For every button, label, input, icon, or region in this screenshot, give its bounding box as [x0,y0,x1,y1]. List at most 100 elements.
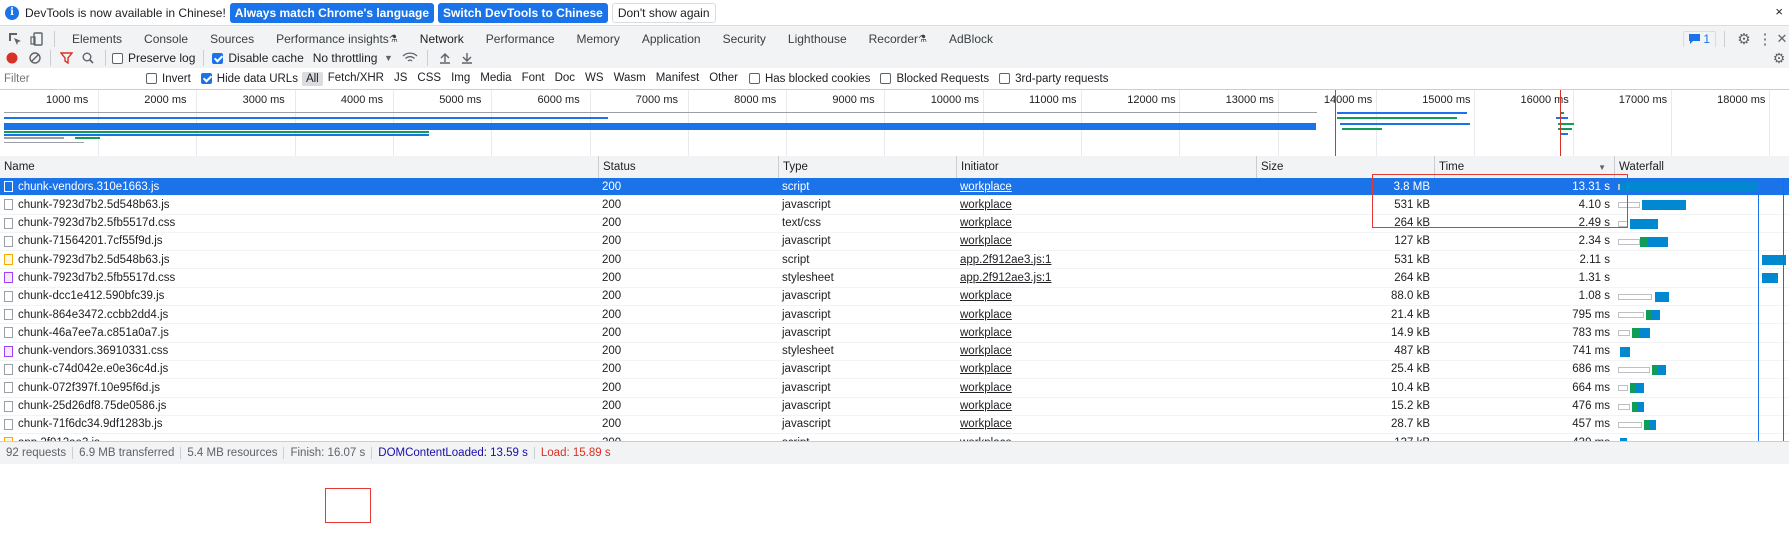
blocked-requests-checkbox[interactable] [880,73,892,84]
type-filter-other[interactable]: Other [704,72,743,86]
column-waterfall[interactable]: Waterfall [1614,156,1789,178]
request-row[interactable]: chunk-71f6dc34.9df1283b.js 200 javascript w… [0,416,1789,435]
device-toolbar-icon[interactable] [26,32,48,46]
request-row[interactable]: chunk-7923d7b2.5d548b63.js 200 script app.2… [0,251,1789,270]
column-initiator[interactable]: Initiator [956,156,1256,178]
cell-status: 200 [598,233,778,250]
initiator-text: workplace [960,363,1012,376]
dropdown-arrow-icon[interactable]: ▼ [377,53,399,63]
switch-language-button[interactable]: Switch DevTools to Chinese [438,2,608,23]
invert-checkbox[interactable] [146,73,157,84]
filter-input[interactable] [2,69,138,88]
cell-name: chunk-7923d7b2.5d548b63.js [0,251,598,268]
cell-name: chunk-46a7ee7a.c851a0a7.js [0,324,598,341]
cell-time: 783 ms [1434,324,1614,341]
settings-gear-icon[interactable]: ⚙ [1733,30,1755,48]
hide-data-urls-checkbox[interactable] [200,73,212,84]
cell-initiator[interactable]: app.2f912ae3.js:1 [956,251,1256,268]
cell-type: stylesheet [778,343,956,360]
cell-initiator[interactable]: workplace [956,324,1256,341]
throttling-select[interactable]: No throttling [313,51,378,65]
cell-status: 200 [598,324,778,341]
cell-size: 10.4 kB [1256,379,1434,396]
close-icon[interactable]: × [1775,4,1783,19]
request-row[interactable]: chunk-25d26df8.75de0586.js 200 javascript w… [0,398,1789,416]
type-filter-ws[interactable]: WS [580,72,609,86]
cell-initiator[interactable]: workplace [956,196,1256,213]
request-row[interactable]: chunk-dcc1e412.590bfc39.js 200 javascript w… [0,288,1789,307]
transferred-size: 6.9 MB transferred [73,447,182,459]
tick-label: 18000 ms [1717,94,1766,106]
dont-show-again-button[interactable]: Don't show again [611,2,716,23]
cell-initiator[interactable]: workplace [956,178,1256,195]
name-text: chunk-46a7ee7a.c851a0a7.js [18,326,169,339]
cell-initiator[interactable]: workplace [956,306,1256,323]
filter-bar: Invert Hide data URLs AllFetch/XHRJSCSSI… [0,68,1789,90]
initiator-text: workplace [960,308,1012,321]
type-filter-media[interactable]: Media [475,72,516,86]
request-row[interactable]: chunk-864e3472.ccbb2dd4.js 200 javascript w… [0,306,1789,325]
inspect-element-icon[interactable] [4,32,26,46]
document-file-icon [4,199,13,211]
cell-initiator[interactable]: workplace [956,398,1256,415]
close-devtools-icon[interactable]: ✕ [1775,31,1789,47]
cell-size: 264 kB [1256,269,1434,286]
type-filter-css[interactable]: CSS [412,72,446,86]
disable-cache-checkbox[interactable] [212,52,224,64]
issues-badge[interactable]: 1 [1683,30,1716,48]
preserve-log-checkbox[interactable] [112,52,123,64]
name-text: chunk-c74d042e.e0e36c4d.js [18,363,169,376]
cell-initiator[interactable]: app.2f912ae3.js:1 [956,269,1256,286]
cell-initiator[interactable]: workplace [956,288,1256,305]
type-filter-font[interactable]: Font [517,72,550,86]
column-name[interactable]: Name [0,156,598,178]
blocked-requests-label: Blocked Requests [896,72,990,85]
type-filter-wasm[interactable]: Wasm [609,72,651,86]
record-icon[interactable] [0,52,24,64]
column-status[interactable]: Status [598,156,778,178]
blocked-cookies-checkbox[interactable] [748,73,760,84]
cell-initiator[interactable]: workplace [956,361,1256,378]
match-language-button[interactable]: Always match Chrome's language [229,2,435,23]
type-text: javascript [782,290,831,303]
network-conditions-icon[interactable] [399,52,421,64]
third-party-checkbox[interactable] [999,73,1011,84]
column-type[interactable]: Type [778,156,956,178]
status-text: 200 [602,198,622,211]
request-row[interactable]: chunk-46a7ee7a.c851a0a7.js 200 javascript w… [0,324,1789,343]
waterfall-download-bar [1638,401,1644,412]
network-overview[interactable]: 1000 ms 2000 ms 3000 ms 4000 ms 5000 ms 6000 … [0,90,1789,157]
cell-initiator[interactable]: workplace [956,343,1256,360]
more-options-icon[interactable]: ⋮ [1755,30,1775,48]
cell-initiator[interactable]: workplace [956,379,1256,396]
cell-initiator[interactable]: workplace [956,233,1256,250]
cell-initiator[interactable]: workplace [956,215,1256,232]
name-text: chunk-71564201.7cf55f9d.js [18,235,163,248]
type-filter-img[interactable]: Img [446,72,475,86]
type-filter-all[interactable]: All [301,71,323,86]
request-row[interactable]: chunk-c74d042e.e0e36c4d.js 200 javascript w… [0,361,1789,380]
filter-icon[interactable] [55,52,77,64]
type-filter-doc[interactable]: Doc [550,72,580,86]
type-filter-fetch-xhr[interactable]: Fetch/XHR [323,72,389,86]
request-row[interactable]: chunk-vendors.36910331.css 200 stylesheet w… [0,343,1789,361]
cell-size: 127 kB [1256,233,1434,250]
type-filter-js[interactable]: JS [389,72,412,86]
clear-icon[interactable] [24,52,46,64]
name-text: chunk-7923d7b2.5fb5517d.css [18,271,176,284]
resources-size: 5.4 MB resources [181,447,285,459]
search-icon[interactable] [77,52,99,64]
load-marker-overview [1560,90,1561,156]
status-text: 200 [602,418,622,431]
request-row[interactable]: chunk-7923d7b2.5fb5517d.css 200 stylesheet… [0,269,1789,288]
sort-descending-icon: ▼ [1598,162,1606,172]
request-row[interactable]: chunk-072f397f.10e95f6d.js 200 javascript w… [0,379,1789,398]
type-filter-manifest[interactable]: Manifest [651,72,704,86]
cell-initiator[interactable]: workplace [956,416,1256,433]
import-har-icon[interactable] [434,52,456,64]
cell-time: 1.31 s [1434,269,1614,286]
tab-label: Memory [576,32,620,46]
request-row[interactable]: chunk-71564201.7cf55f9d.js 200 javascript w… [0,233,1789,252]
export-har-icon[interactable] [456,52,478,64]
network-settings-gear-icon[interactable]: ⚙ [1769,50,1789,67]
